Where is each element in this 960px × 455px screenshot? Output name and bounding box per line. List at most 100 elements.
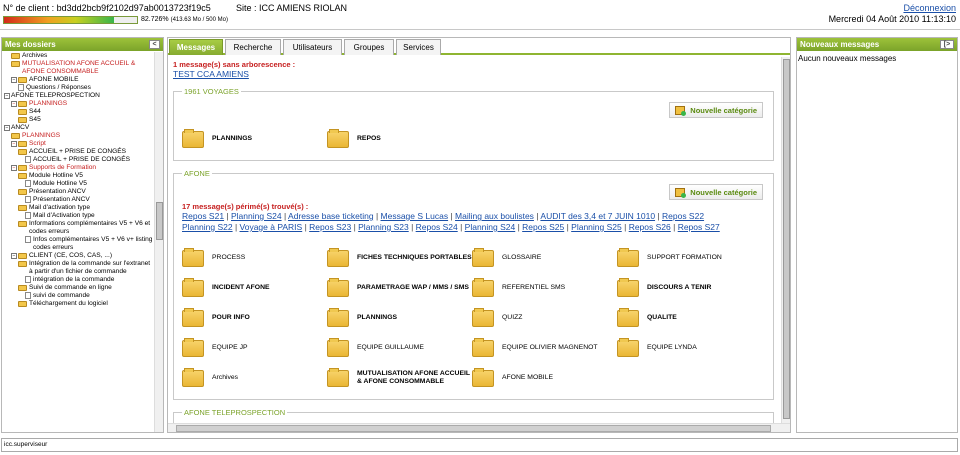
no-tree-message-link[interactable]: TEST CCA AMIENS xyxy=(173,69,249,79)
category-folder[interactable]: PARAMETRAGE WAP / MMS / SMS xyxy=(327,273,472,303)
tree-item[interactable]: Suivi de commande en ligne xyxy=(2,284,155,292)
category-folder[interactable]: EQUIPE GUILLAUME xyxy=(327,333,472,363)
tree-item[interactable]: Module Hotline V5 xyxy=(2,172,155,180)
folder-tree-scrollbar[interactable] xyxy=(154,52,163,432)
category-folder[interactable]: PROCESS xyxy=(182,243,327,273)
expired-message-link[interactable]: Repos S21 xyxy=(182,211,224,221)
collapse-toggle-icon[interactable]: − xyxy=(11,141,17,147)
collapse-toggle-icon[interactable]: − xyxy=(11,101,17,107)
expired-message-link[interactable]: Planning S24 xyxy=(465,222,516,232)
tree-item[interactable]: − CLIENT (CE, COS, CAS, ...) xyxy=(2,252,155,260)
collapse-toggle-icon[interactable]: − xyxy=(4,93,10,99)
tree-item[interactable]: suivi de commande xyxy=(2,292,155,300)
category-folder[interactable]: REPOS xyxy=(327,124,472,154)
section-afone: AFONE Nouvelle catégorie 17 message(s) p… xyxy=(173,169,774,400)
tree-item[interactable]: Infos complémentaires V5 + V6 v+ listing… xyxy=(2,236,155,252)
expired-message-link[interactable]: Repos S22 xyxy=(662,211,704,221)
tree-item[interactable]: MUTUALISATION AFONE ACCUEIL & AFONE CONS… xyxy=(2,60,155,76)
new-category-button[interactable]: Nouvelle catégorie xyxy=(669,184,763,200)
collapse-toggle-icon[interactable]: − xyxy=(4,125,10,131)
category-folder[interactable]: MUTUALISATION AFONE ACCUEIL & AFONE CONS… xyxy=(327,363,472,393)
tree-item[interactable]: Mail d'activation type xyxy=(2,204,155,212)
expired-message-link[interactable]: Mailing aux boulistes xyxy=(455,211,534,221)
tree-item[interactable]: Téléchargement du logiciel xyxy=(2,300,155,308)
tree-item[interactable]: Module Hotline V5 xyxy=(2,180,155,188)
collapse-left-button[interactable]: < xyxy=(149,40,160,49)
collapse-toggle-icon[interactable]: − xyxy=(11,253,17,259)
category-folder[interactable]: INCIDENT AFONE xyxy=(182,273,327,303)
tree-item[interactable]: Mail d'Activation type xyxy=(2,212,155,220)
tree-item[interactable]: S44 xyxy=(2,108,155,116)
category-folder[interactable]: EQUIPE JP xyxy=(182,333,327,363)
category-folder[interactable]: FICHES TECHNIQUES PORTABLES xyxy=(327,243,472,273)
expired-message-link[interactable]: Planning S22 xyxy=(182,222,233,232)
tree-item[interactable]: ACCUEIL + PRISE DE CONGÉS xyxy=(2,148,155,156)
category-folder[interactable]: Archives xyxy=(182,363,327,393)
expired-message-link[interactable]: Repos S25 xyxy=(522,222,564,232)
expired-message-link[interactable]: Planning S23 xyxy=(358,222,409,232)
new-category-button[interactable]: Nouvelle catégorie xyxy=(669,102,763,118)
category-folder[interactable]: PLANNINGS xyxy=(327,303,472,333)
tree-item[interactable]: ACCUEIL + PRISE DE CONGÉS xyxy=(2,156,155,164)
expired-message-link[interactable]: Repos S23 xyxy=(309,222,351,232)
tree-item[interactable]: Présentation ANCV xyxy=(2,188,155,196)
tab-recherche[interactable]: Recherche xyxy=(225,39,281,55)
expired-message-link[interactable]: Planning S25 xyxy=(571,222,622,232)
category-folder[interactable]: QUALITE xyxy=(617,303,762,333)
expired-message-link[interactable]: Message S Lucas xyxy=(381,211,449,221)
tree-item[interactable]: PLANNINGS xyxy=(2,132,155,140)
tree-item[interactable]: Questions / Réponses xyxy=(2,84,155,92)
tree-item[interactable]: Informations complémentaires V5 + V6 et … xyxy=(2,220,155,236)
expired-message-link[interactable]: Repos S24 xyxy=(416,222,458,232)
tab-utilisateurs[interactable]: Utilisateurs xyxy=(283,39,342,55)
tree-item[interactable]: − ANCV xyxy=(2,124,155,132)
category-folder[interactable]: AFONE MOBILE xyxy=(472,363,617,393)
tree-item-label: Présentation ANCV xyxy=(29,188,86,195)
expired-message-link[interactable]: Adresse base ticketing xyxy=(288,211,374,221)
collapse-right-button[interactable]: [> xyxy=(940,40,954,49)
expired-message-link[interactable]: Voyage à PARIS xyxy=(240,222,303,232)
content-horizontal-scrollbar[interactable] xyxy=(168,423,790,432)
tree-item[interactable]: Archives xyxy=(2,52,155,60)
expired-message-link[interactable]: AUDIT des 3,4 et 7 JUIN 1010 xyxy=(540,211,655,221)
content-scroll-thumb[interactable] xyxy=(783,59,790,419)
category-folder[interactable]: DISCOURS A TENIR xyxy=(617,273,762,303)
content-vertical-scrollbar[interactable] xyxy=(781,57,790,425)
folder-icon xyxy=(11,53,20,59)
folder-icon xyxy=(472,247,494,267)
category-folder[interactable]: EQUIPE OLIVIER MAGNENOT xyxy=(472,333,617,363)
category-folder[interactable]: QUIZZ xyxy=(472,303,617,333)
logout-link[interactable]: Déconnexion xyxy=(903,3,956,13)
folder-icon xyxy=(18,165,27,171)
category-folder[interactable]: EQUIPE LYNDA xyxy=(617,333,762,363)
expired-message-link[interactable]: Repos S27 xyxy=(678,222,720,232)
expired-message-link[interactable]: Planning S24 xyxy=(231,211,282,221)
tree-item[interactable]: Intégration de la commande sur l'extrane… xyxy=(2,260,155,276)
tree-item[interactable]: − Supports de Formation xyxy=(2,164,155,172)
tab-groupes[interactable]: Groupes xyxy=(344,39,394,55)
category-folder[interactable]: SUPPORT FORMATION xyxy=(617,243,762,273)
tab-services[interactable]: Services xyxy=(396,39,441,55)
tree-item[interactable]: intégration de la commande xyxy=(2,276,155,284)
site-label: Site : xyxy=(236,3,257,13)
folder-tree-scroll-thumb[interactable] xyxy=(156,202,163,240)
collapse-toggle-icon[interactable]: − xyxy=(11,165,17,171)
tab-messages[interactable]: Messages xyxy=(169,39,223,55)
tree-item[interactable]: − Script xyxy=(2,140,155,148)
tree-item-label: intégration de la commande xyxy=(33,276,115,283)
tree-item[interactable]: − PLANNINGS xyxy=(2,100,155,108)
folder-icon xyxy=(18,301,27,307)
collapse-toggle-icon[interactable]: − xyxy=(11,77,17,83)
tree-item[interactable]: − AFONE MOBILE xyxy=(2,76,155,84)
category-folder[interactable]: POUR INFO xyxy=(182,303,327,333)
expired-message-link[interactable]: Repos S26 xyxy=(629,222,671,232)
category-folder[interactable]: PLANNINGS xyxy=(182,124,327,154)
tree-item[interactable]: S45 xyxy=(2,116,155,124)
category-label: FICHES TECHNIQUES PORTABLES xyxy=(357,254,472,261)
category-label: PLANNINGS xyxy=(357,314,398,321)
content-hscroll-thumb[interactable] xyxy=(176,425,771,432)
category-folder[interactable]: GLOSSAIRE xyxy=(472,243,617,273)
category-folder[interactable]: REFERENTIEL SMS xyxy=(472,273,617,303)
tree-item[interactable]: Présentation ANCV xyxy=(2,196,155,204)
tree-item[interactable]: − AFONE TELEPROSPECTION xyxy=(2,92,155,100)
